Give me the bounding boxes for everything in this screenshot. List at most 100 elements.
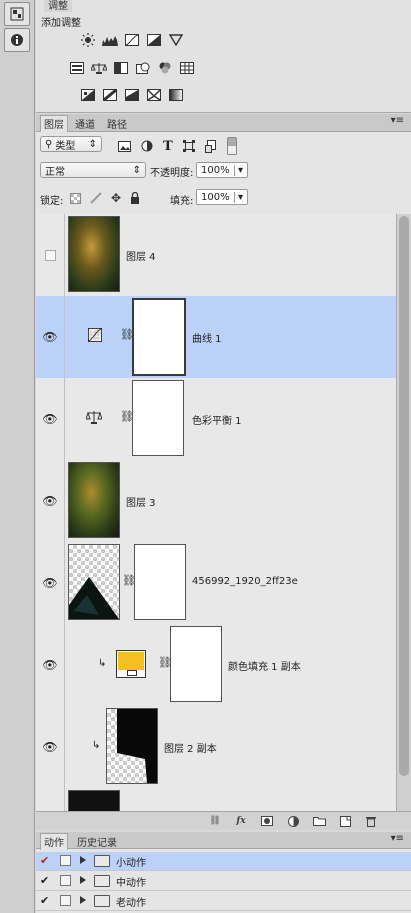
scrollbar-thumb[interactable] [399, 216, 409, 776]
layer-name[interactable]: 456992_1920_2ff23e [192, 576, 298, 587]
threshold-icon[interactable] [124, 88, 140, 102]
brightness-icon[interactable] [80, 33, 96, 47]
layer-row[interactable]: 👁 ⛓ 色彩平衡 1 [36, 378, 397, 461]
layer-row[interactable]: 👁 ⛓ 456992_1920_2ff23e [36, 542, 397, 625]
visibility-toggle[interactable]: 👁 [36, 706, 65, 788]
visibility-toggle[interactable]: 👁 [36, 460, 65, 542]
layer-mask-thumbnail[interactable] [132, 298, 186, 376]
mask-icon[interactable] [260, 815, 274, 827]
layer-row[interactable]: 图层 4 [36, 214, 397, 297]
tab-channels[interactable]: 通道 [72, 116, 98, 131]
visibility-toggle[interactable]: 👁 [36, 378, 65, 460]
lock-transparent-pixels-icon[interactable] [70, 192, 81, 204]
layer-mask-thumbnail[interactable] [170, 626, 222, 702]
group-folder-icon[interactable] [312, 815, 326, 827]
layer-list-scrollbar[interactable] [396, 214, 411, 812]
adjustments-panel-icon[interactable] [4, 2, 30, 26]
info-icon[interactable] [4, 28, 30, 52]
expand-triangle-icon[interactable] [80, 876, 86, 884]
layer-row[interactable]: 👁 图层 3 [36, 460, 397, 543]
type-filter-icon[interactable]: T [163, 139, 173, 154]
eye-icon[interactable]: 👁 [42, 576, 57, 590]
smart-object-filter-icon[interactable] [204, 139, 217, 153]
action-set-row[interactable]: ✔ 老动作 [36, 892, 411, 911]
eye-icon[interactable]: 👁 [42, 494, 57, 508]
tab-actions[interactable]: 动作 [40, 833, 68, 850]
exposure-icon[interactable] [146, 33, 162, 47]
layer-name[interactable]: 图层 3 [126, 494, 156, 509]
dialog-toggle-box[interactable] [60, 895, 71, 906]
action-set-name[interactable]: 中动作 [116, 874, 146, 889]
dialog-toggle-box[interactable] [60, 855, 71, 866]
layer-name[interactable]: 图层 2 副本 [164, 740, 217, 755]
visibility-toggle[interactable] [36, 788, 65, 812]
shape-filter-icon[interactable] [182, 140, 195, 152]
layer-row[interactable]: 👁 ↳ 图层 2 副本 [36, 706, 397, 789]
visibility-off-box[interactable] [44, 249, 56, 261]
curves-icon[interactable] [124, 33, 140, 47]
visibility-toggle[interactable]: 👁 [36, 542, 65, 624]
opacity-field[interactable]: 100% ▾ [196, 162, 248, 178]
color-balance-icon[interactable] [91, 61, 107, 75]
visibility-toggle[interactable] [36, 214, 65, 296]
action-set-row[interactable]: ✔ 中动作 [36, 872, 411, 891]
layer-filter-select[interactable]: ⚲ 类型 ⇕ [40, 136, 102, 152]
selective-color-icon[interactable] [146, 88, 162, 102]
panel-menu-icon[interactable]: ▾≡ [388, 115, 407, 126]
action-set-name[interactable]: 老动作 [116, 894, 146, 909]
hue-saturation-icon[interactable] [69, 61, 85, 75]
levels-icon[interactable] [102, 33, 118, 47]
tab-layers[interactable]: 图层 [40, 115, 68, 132]
pixel-filter-icon[interactable] [118, 140, 131, 152]
eye-icon[interactable]: 👁 [42, 412, 57, 426]
expand-triangle-icon[interactable] [80, 856, 86, 864]
fill-color-thumbnail[interactable] [116, 650, 146, 678]
chevron-down-icon[interactable]: ▾ [233, 164, 243, 176]
trash-icon[interactable] [364, 815, 378, 827]
check-icon[interactable]: ✔ [40, 874, 52, 887]
gradient-map-icon[interactable] [168, 88, 184, 102]
layer-row[interactable]: 👁 ⛓ 曲线 1 [36, 296, 397, 379]
panel-menu-icon[interactable]: ▾≡ [388, 833, 407, 844]
layer-name[interactable]: 曲线 1 [192, 330, 222, 345]
layer-row[interactable] [36, 788, 397, 812]
new-layer-icon[interactable] [338, 815, 352, 827]
check-icon[interactable]: ✔ [40, 854, 52, 867]
visibility-toggle[interactable]: 👁 [36, 296, 65, 378]
tab-paths[interactable]: 路径 [104, 116, 130, 131]
eye-icon[interactable]: 👁 [42, 330, 57, 344]
expand-triangle-icon[interactable] [80, 896, 86, 904]
action-set-row[interactable]: ✔ 小动作 [36, 852, 411, 871]
posterize-icon[interactable] [102, 88, 118, 102]
photo-filter-icon[interactable] [135, 61, 151, 75]
layer-row[interactable]: 👁 ↳ ⛓ 颜色填充 1 副本 [36, 624, 397, 707]
lock-all-icon[interactable] [130, 192, 140, 204]
layer-mask-thumbnail[interactable] [132, 380, 184, 456]
eye-icon[interactable]: 👁 [42, 658, 57, 672]
black-white-icon[interactable] [113, 61, 129, 75]
adjustment-icon[interactable] [286, 815, 300, 827]
vibrance-icon[interactable] [168, 33, 184, 47]
action-set-name[interactable]: 小动作 [116, 854, 146, 869]
lock-position-icon[interactable]: ✥ [111, 191, 121, 205]
adjustment-filter-icon[interactable] [141, 140, 153, 152]
blend-mode-select[interactable]: 正常 ⇕ [40, 162, 146, 178]
eye-icon[interactable]: 👁 [42, 740, 57, 754]
visibility-toggle[interactable]: 👁 [36, 624, 65, 706]
filter-toggle[interactable] [226, 137, 237, 155]
link-icon[interactable]: ⛓ [208, 815, 222, 827]
invert-icon[interactable] [80, 88, 96, 102]
lock-image-pixels-icon[interactable] [90, 192, 102, 204]
check-icon[interactable]: ✔ [40, 894, 52, 907]
color-lookup-icon[interactable] [179, 61, 195, 75]
fx-icon[interactable]: fx [234, 815, 248, 827]
adjustments-tab[interactable]: 调整 [44, 0, 72, 12]
layer-name[interactable]: 色彩平衡 1 [192, 412, 242, 427]
channel-mixer-icon[interactable] [157, 61, 173, 75]
tab-history[interactable]: 历史记录 [74, 834, 120, 849]
layer-mask-thumbnail[interactable] [134, 544, 186, 620]
dialog-toggle-box[interactable] [60, 875, 71, 886]
layer-name[interactable]: 图层 4 [126, 248, 156, 263]
fill-field[interactable]: 100% ▾ [196, 189, 248, 205]
chevron-down-icon[interactable]: ▾ [233, 191, 243, 203]
